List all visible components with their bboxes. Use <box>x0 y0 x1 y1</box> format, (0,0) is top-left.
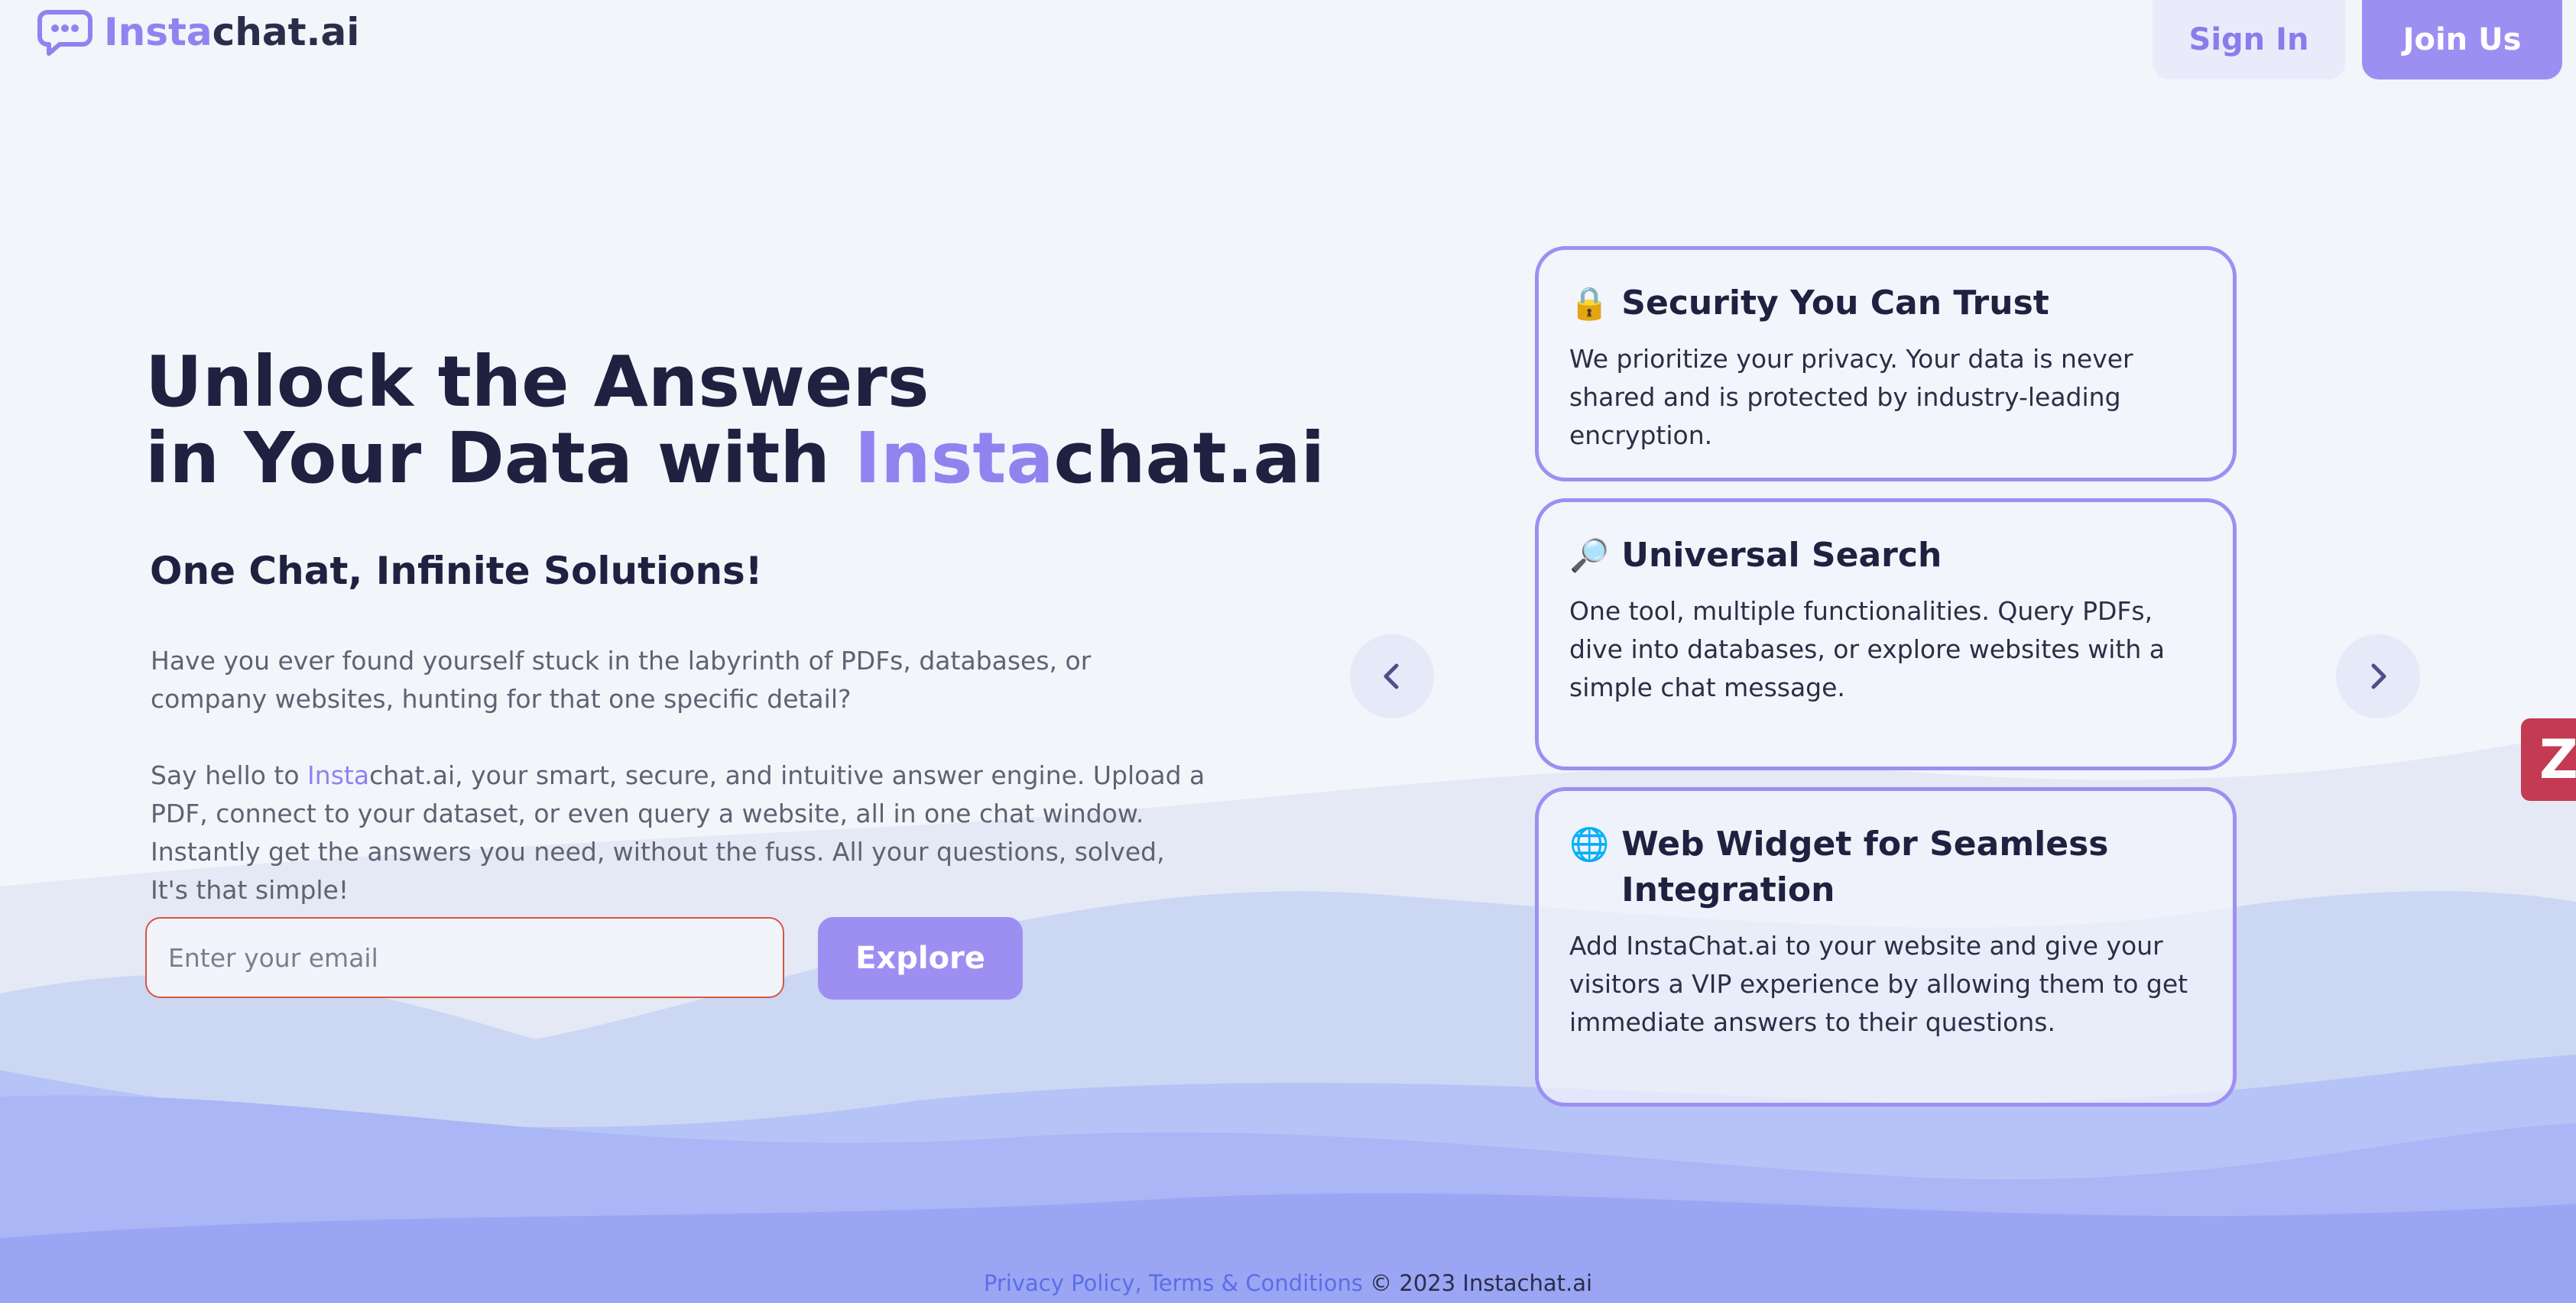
hero-title-brand-accent: Insta <box>854 417 1054 499</box>
feature-card-widget: 🌐 Web Widget for Seamless Integration Add… <box>1535 787 2237 1107</box>
feature-card-title: 🌐 Web Widget for Seamless Integration <box>1569 822 2202 913</box>
join-us-button[interactable]: Join Us <box>2362 0 2562 79</box>
lock-icon: 🔒 <box>1569 284 1610 322</box>
explore-button[interactable]: Explore <box>818 917 1023 1000</box>
intro-paragraph: Have you ever found yourself stuck in th… <box>151 646 1092 714</box>
feature-card-security: 🔒 Security You Can Trust We prioritize yo… <box>1535 246 2237 481</box>
sign-in-button[interactable]: Sign In <box>2153 0 2345 79</box>
carousel-prev-button[interactable] <box>1350 634 1434 718</box>
chevron-left-icon <box>1384 663 1399 689</box>
hero-title: Unlock the Answers in Your Data with Inst… <box>145 344 1325 497</box>
brand-name: Instachat.ai <box>104 10 360 54</box>
hero-subtitle: One Chat, Infinite Solutions! <box>150 549 763 593</box>
hero-title-line2: in Your Data with <box>145 417 855 499</box>
feature-card-title: 🔎 Universal Search <box>1569 533 2202 579</box>
email-input[interactable] <box>145 917 784 998</box>
feature-card-text: One tool, multiple functionalities. Quer… <box>1569 596 2165 702</box>
copyright-text: © 2023 Instachat.ai <box>1362 1270 1593 1296</box>
chat-bubble-icon <box>37 10 92 56</box>
globe-icon: 🌐 <box>1569 825 1610 863</box>
description-paragraph: Say hello to Instachat.ai, your smart, s… <box>151 760 1205 905</box>
terms-link[interactable]: Terms & Conditions <box>1149 1270 1363 1296</box>
feature-card-text: We prioritize your privacy. Your data is… <box>1569 344 2133 450</box>
privacy-policy-link[interactable]: Privacy Policy <box>984 1270 1135 1296</box>
feature-card-text: Add InstaChat.ai to your website and giv… <box>1569 931 2188 1037</box>
zoho-chat-badge[interactable]: Z <box>2521 718 2576 801</box>
hero-title-brand-rest: chat.ai <box>1053 417 1325 499</box>
feature-card-title: 🔒 Security You Can Trust <box>1569 280 2202 326</box>
magnifier-icon: 🔎 <box>1569 536 1610 574</box>
hero-title-line1: Unlock the Answers <box>145 341 930 423</box>
carousel-next-button[interactable] <box>2336 634 2420 718</box>
chevron-right-icon <box>2371 663 2386 689</box>
footer: Privacy Policy, Terms & Conditions © 202… <box>0 1270 2576 1296</box>
brand-logo[interactable]: Instachat.ai <box>37 8 359 57</box>
footer-separator: , <box>1134 1270 1149 1296</box>
feature-card-search: 🔎 Universal Search One tool, multiple fun… <box>1535 498 2237 770</box>
